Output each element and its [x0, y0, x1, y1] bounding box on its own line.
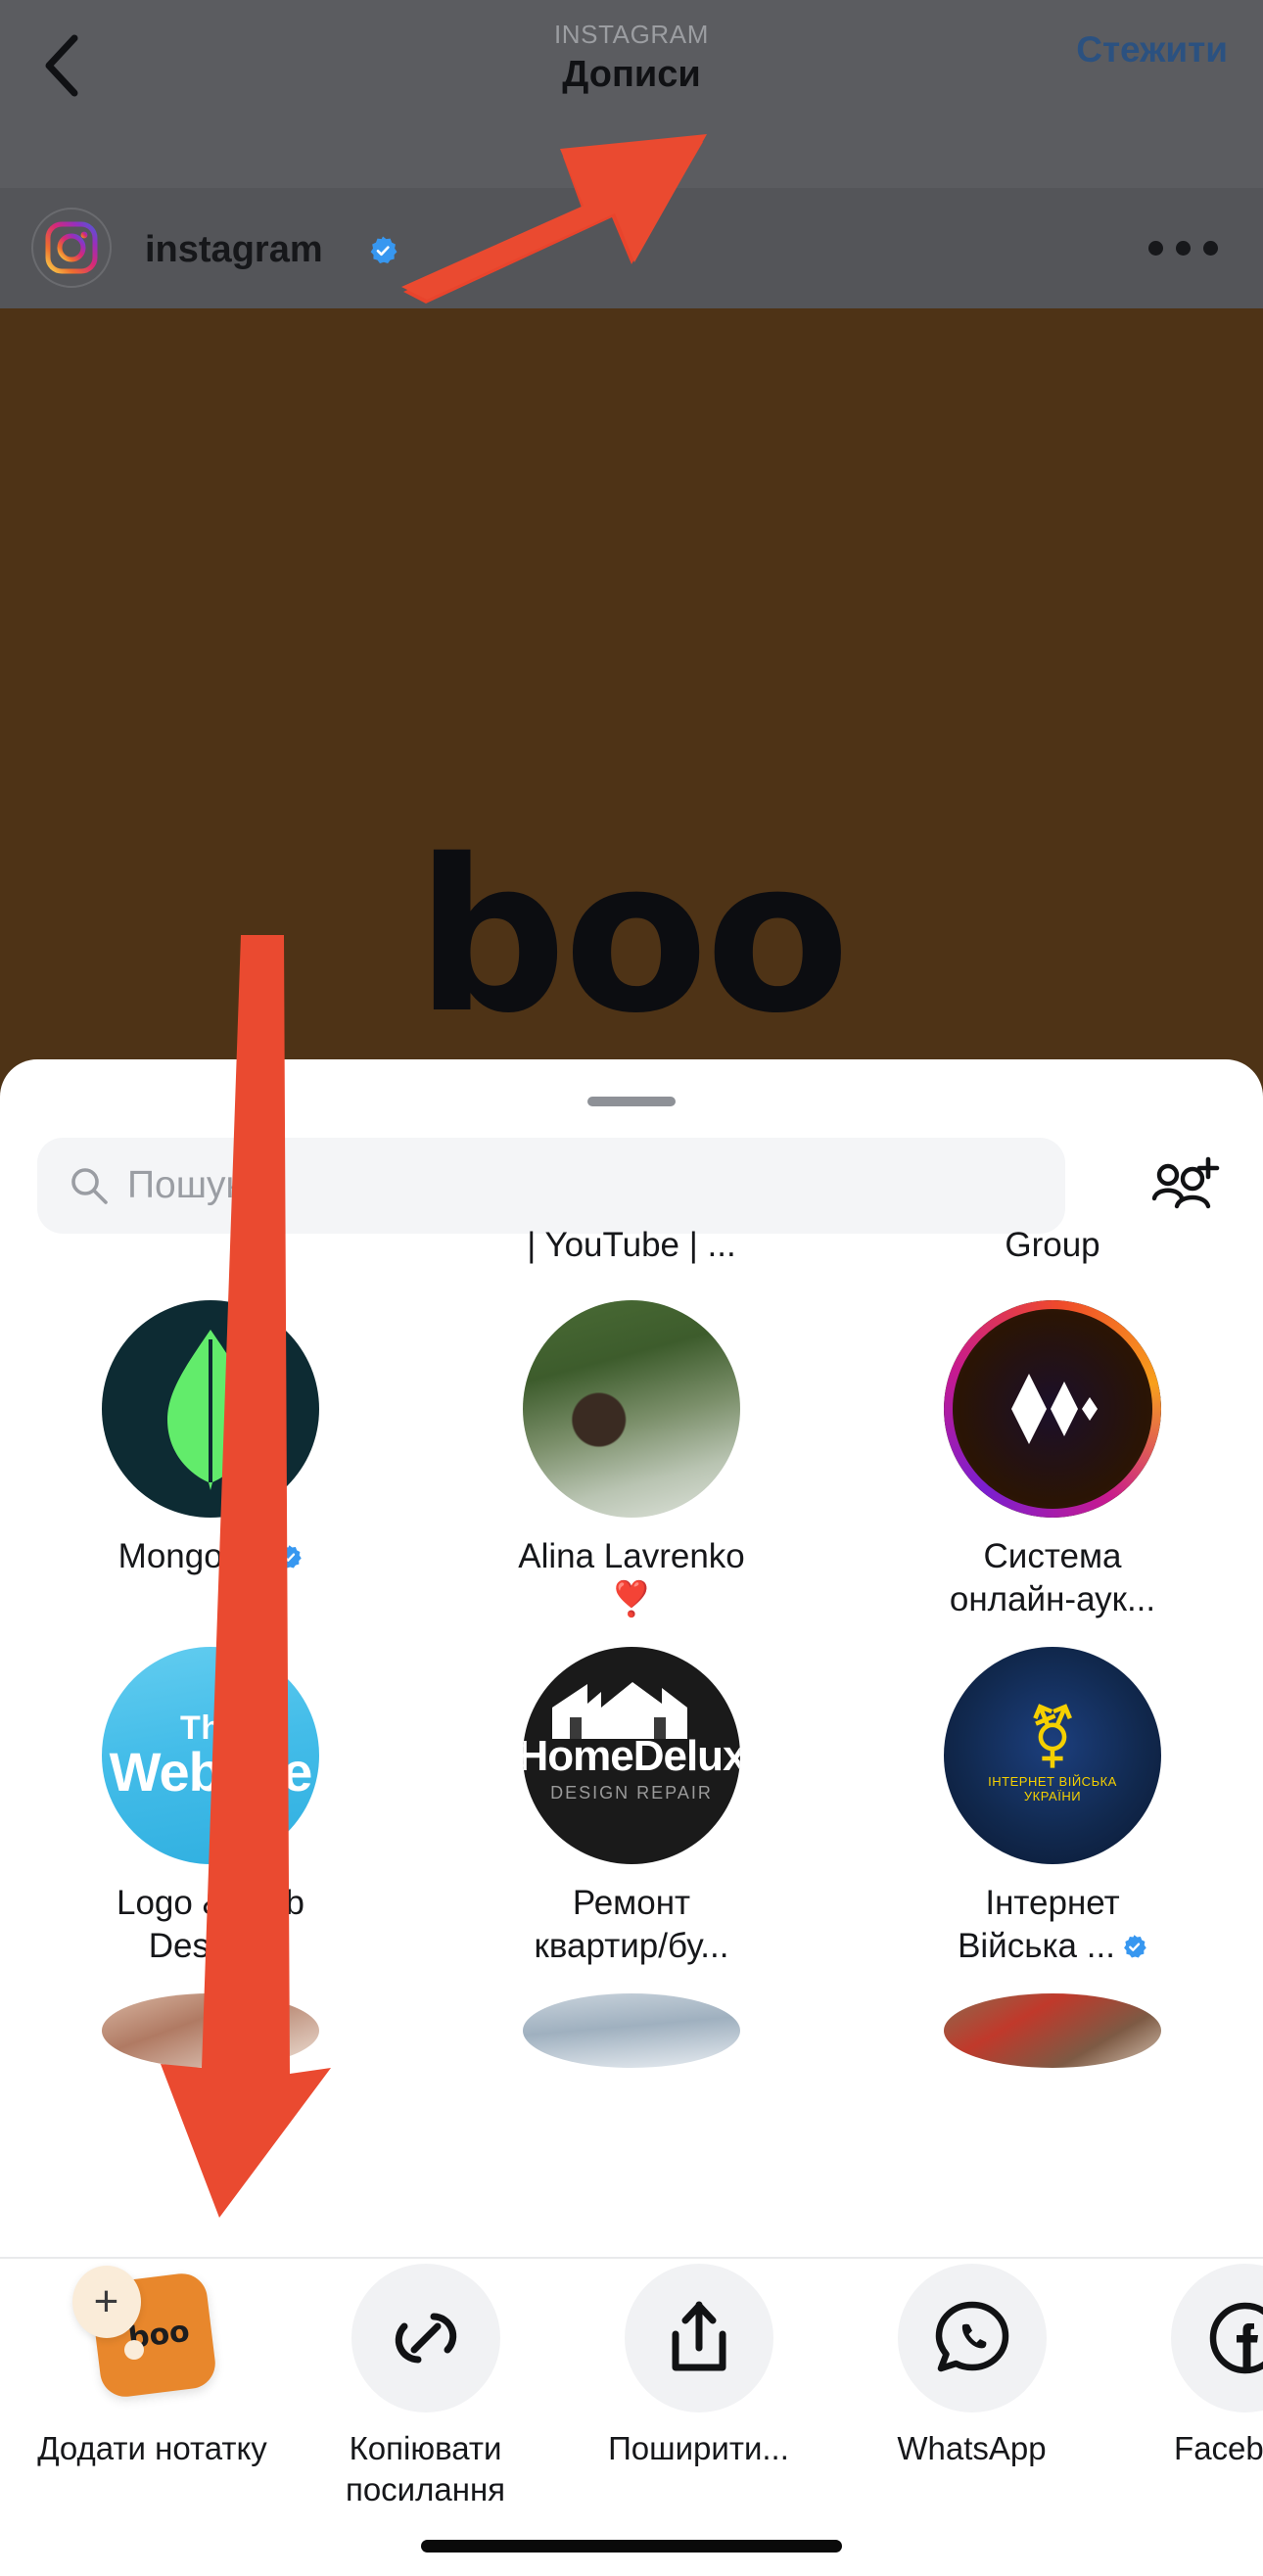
photo-girls-avatar	[102, 1993, 319, 2068]
add-note-sticker-icon: boo +	[71, 2264, 227, 2412]
avatar[interactable]	[31, 208, 112, 288]
avatar-text-internet-viyska: ІНТЕРНЕТ ВІЙСЬКА УКРАЇНИ	[988, 1774, 1117, 1803]
list-item[interactable]: MongoDB	[0, 1300, 421, 1621]
contact-name: | YouTube | ...	[527, 1226, 736, 1264]
nav-bar: INSTAGRAM Дописи Стежити	[0, 0, 1263, 188]
bubble-tail-dot	[123, 2340, 144, 2360]
internet-viyska-ukrainy-avatar: ⚧ ІНТЕРНЕТ ВІЙСЬКА УКРАЇНИ	[944, 1647, 1161, 1864]
contact-name-text: MongoDB	[117, 1537, 271, 1575]
the-website-logo-avatar: The Website	[102, 1647, 319, 1864]
list-item[interactable]	[842, 1993, 1263, 2068]
contact-row: The Website Logo & Web Designs HomeDelux…	[0, 1647, 1263, 1968]
share-facebook-button[interactable]: Facebook	[1108, 2264, 1263, 2557]
action-label: Поширити...	[608, 2430, 789, 2466]
list-item[interactable]: ⚧ ІНТЕРНЕТ ВІЙСЬКА УКРАЇНИ Інтернет Війсь…	[842, 1647, 1263, 1968]
instagram-post-share-screen: boo INSTAGRAM Дописи Стежити instagram П…	[0, 0, 1263, 2576]
share-sheet: Пошук | YouTube | ... Group MongoDB Alin…	[0, 1059, 1263, 2576]
sheet-drag-handle[interactable]	[587, 1097, 676, 1106]
avatar-text-website: Website	[109, 1741, 313, 1803]
add-people-icon[interactable]	[1149, 1155, 1220, 1216]
post-wordmark: boo	[415, 814, 850, 1059]
page-title: Дописи	[562, 54, 701, 95]
list-item[interactable]: Group	[842, 1224, 1263, 1281]
list-item[interactable]: HomeDelux DESIGN REPAIR Ремонт квартир/б…	[421, 1647, 842, 1968]
auction-system-logo-avatar	[944, 1300, 1161, 1518]
account-row: instagram	[0, 192, 1263, 307]
action-label: Копіювати посилання	[345, 2430, 506, 2507]
action-label: WhatsApp	[897, 2430, 1047, 2466]
list-item[interactable]: The Website Logo & Web Designs	[0, 1647, 421, 1968]
share-whatsapp-button[interactable]: WhatsApp	[835, 2264, 1108, 2557]
contact-name: Logo & Web Designs	[117, 1884, 304, 1965]
action-label: Facebook	[1174, 2430, 1263, 2466]
contact-row: MongoDB Alina Lavrenko ❣️ Система онлайн…	[0, 1300, 1263, 1621]
photo-group-avatar	[944, 1993, 1161, 2068]
plus-icon: +	[93, 2277, 119, 2325]
homedelux-logo-avatar: HomeDelux DESIGN REPAIR	[523, 1647, 740, 1864]
share-to-button[interactable]: Поширити...	[562, 2264, 835, 2557]
contact-row	[0, 1993, 1263, 2068]
contact-name: Система онлайн-аук...	[949, 1537, 1156, 1618]
contact-name: MongoDB	[84, 1535, 337, 1578]
search-placeholder: Пошук	[127, 1164, 243, 1206]
photo-man-city-avatar	[523, 1993, 740, 2068]
list-item[interactable]: Система онлайн-аук...	[842, 1300, 1263, 1621]
list-item[interactable]	[0, 1993, 421, 2068]
verified-badge-icon	[1121, 1934, 1147, 1960]
list-item[interactable]: Alina Lavrenko ❣️	[421, 1300, 842, 1621]
ellipsis-icon	[1147, 240, 1218, 256]
home-indicator	[421, 2540, 842, 2553]
instagram-logo-icon	[44, 220, 99, 275]
contact-name: Інтернет Війська ...	[926, 1882, 1179, 1968]
list-item[interactable]: | YouTube | ...	[421, 1224, 842, 1281]
list-item[interactable]	[421, 1993, 842, 2068]
search-input[interactable]: Пошук	[37, 1138, 1065, 1234]
contact-name: Ремонт квартир/бу...	[534, 1884, 729, 1965]
add-note-button[interactable]: boo + Додати нотатку	[16, 2264, 289, 2557]
more-options-button[interactable]	[1138, 215, 1228, 280]
list-item[interactable]	[0, 1224, 421, 1281]
contacts-grid: | YouTube | ... Group MongoDB Alina Lavr…	[0, 1224, 1263, 2262]
avatar-text-the: The	[180, 1710, 241, 1747]
share-action-bar: boo + Додати нотатку Копіювати посилання	[0, 2264, 1263, 2557]
copy-link-button[interactable]: Копіювати посилання	[289, 2264, 562, 2557]
contact-name-text: Інтернет Війська ...	[958, 1884, 1120, 1965]
share-up-icon	[624, 2264, 773, 2412]
action-label: Додати нотатку	[37, 2430, 267, 2466]
verified-badge-icon	[276, 1544, 303, 1570]
clipped-row-labels: | YouTube | ... Group	[0, 1224, 1263, 1281]
contact-name: Alina Lavrenko ❣️	[518, 1537, 745, 1618]
tryzub-icon: ⚧	[1027, 1704, 1078, 1771]
link-icon	[351, 2264, 500, 2412]
follow-button[interactable]: Стежити	[1076, 25, 1228, 74]
mongodb-logo-avatar	[102, 1300, 319, 1518]
whatsapp-icon	[897, 2264, 1047, 2412]
divider	[0, 2257, 1263, 2259]
search-icon	[69, 1165, 110, 1206]
avatar-text-design-repair: DESIGN REPAIR	[550, 1782, 713, 1803]
facebook-icon	[1170, 2264, 1263, 2412]
nav-title-group: INSTAGRAM Дописи	[0, 18, 1263, 97]
nav-kicker: INSTAGRAM	[553, 20, 710, 49]
photo-woman-water-avatar	[523, 1300, 740, 1518]
verified-badge	[367, 235, 398, 266]
contact-name: Group	[1005, 1226, 1100, 1264]
account-username[interactable]: instagram	[145, 227, 323, 272]
